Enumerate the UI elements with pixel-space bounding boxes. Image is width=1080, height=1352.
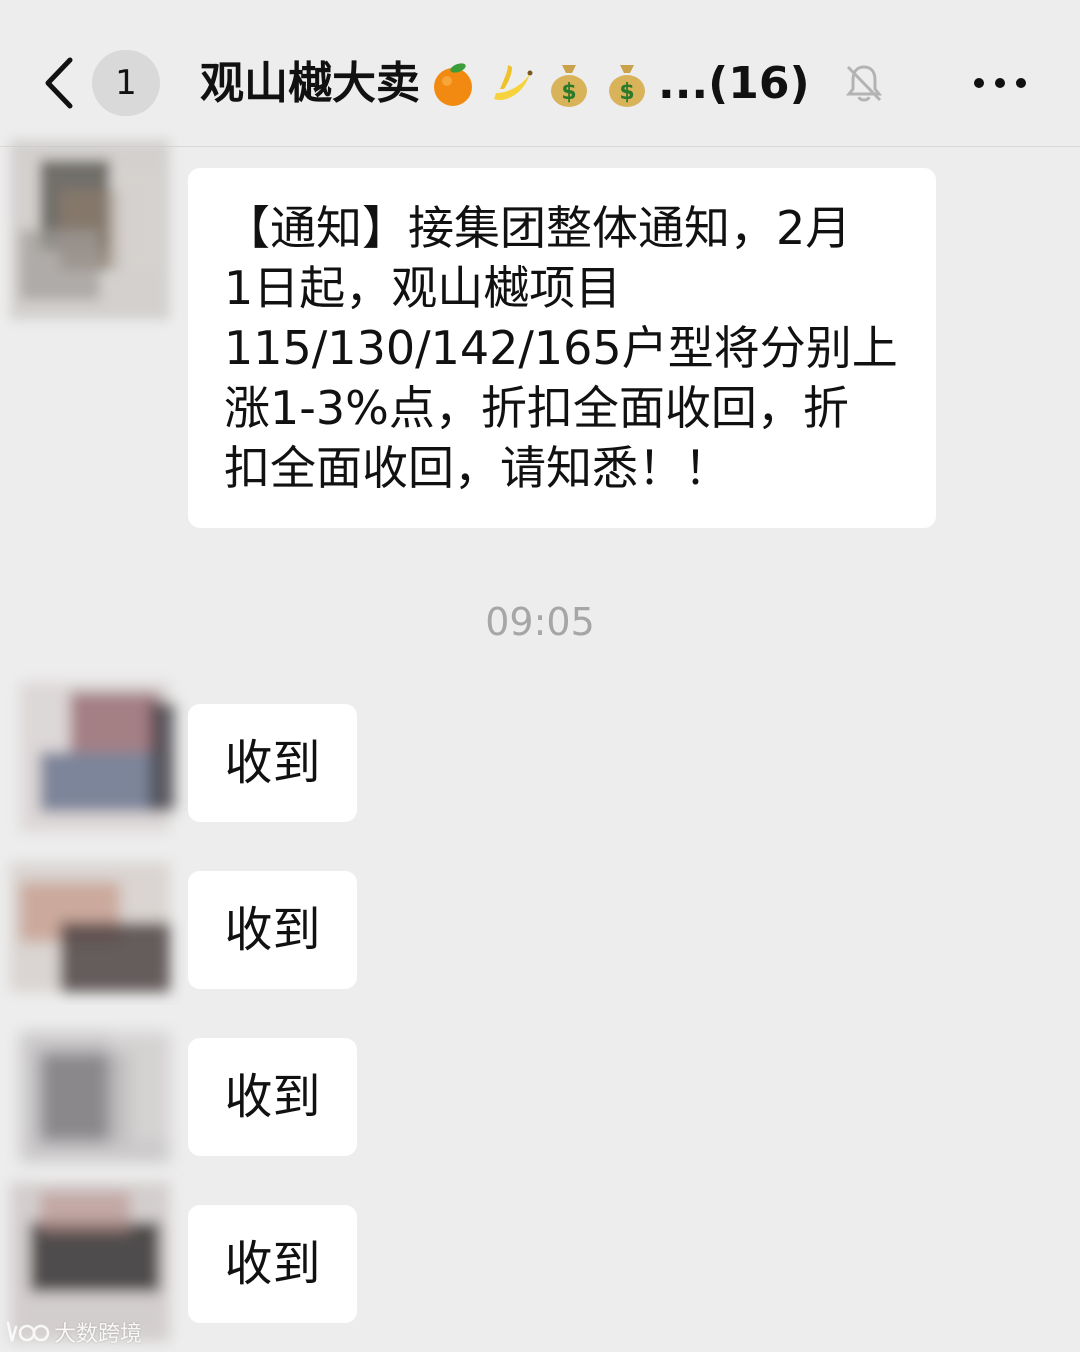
reply-text: 收到 bbox=[224, 1236, 321, 1292]
reply-bubble[interactable]: 收到 bbox=[188, 1038, 357, 1156]
chat-title[interactable]: 观山樾大卖 $ $ ...(16) bbox=[200, 52, 810, 116]
watermark: 大数跨境 bbox=[6, 1316, 142, 1348]
message-line: 1日起，观山樾项目 bbox=[224, 261, 622, 315]
svg-text:$: $ bbox=[561, 80, 576, 105]
money-bag-emoji: $ bbox=[551, 65, 587, 107]
chevron-left-icon bbox=[45, 57, 73, 109]
orange-emoji bbox=[434, 63, 472, 106]
avatar-blurred[interactable] bbox=[0, 672, 185, 842]
back-button[interactable] bbox=[30, 50, 90, 116]
chat-title-text: 观山樾大卖 bbox=[200, 58, 420, 109]
unread-count-badge[interactable]: 1 bbox=[92, 50, 160, 116]
watermark-logo-icon bbox=[6, 1321, 50, 1342]
message-line: 115/130/142/165户型将分别上 bbox=[224, 321, 898, 375]
money-bag-emoji: $ bbox=[609, 65, 645, 107]
message-line: 扣全面收回，请知悉！！ bbox=[224, 441, 730, 495]
bell-off-icon bbox=[845, 65, 883, 102]
more-icon bbox=[974, 78, 1026, 88]
reply-text: 收到 bbox=[224, 902, 321, 958]
chat-header: 1 观山樾大卖 $ $ ...(16) bbox=[0, 0, 1080, 147]
more-button[interactable] bbox=[968, 62, 1032, 104]
reply-text: 收到 bbox=[224, 735, 321, 791]
reply-bubble[interactable]: 收到 bbox=[188, 871, 357, 989]
avatar-blurred[interactable] bbox=[0, 842, 185, 1012]
watermark-text: 大数跨境 bbox=[54, 1322, 143, 1347]
banana-emoji bbox=[494, 65, 533, 100]
member-count: ...(16) bbox=[658, 58, 810, 109]
reply-text: 收到 bbox=[224, 1069, 321, 1125]
avatar-blurred[interactable] bbox=[0, 130, 185, 340]
reply-bubble[interactable]: 收到 bbox=[188, 1205, 357, 1323]
reply-bubble[interactable]: 收到 bbox=[188, 704, 357, 822]
message-timestamp: 09:05 bbox=[485, 600, 595, 644]
message-line: 涨1-3%点，折扣全面收回，折 bbox=[224, 381, 849, 435]
message-line: 【通知】接集团整体通知，2月 bbox=[224, 201, 852, 255]
message-bubble-notice[interactable]: 【通知】接集团整体通知，2月 1日起，观山樾项目 115/130/142/165… bbox=[188, 168, 936, 528]
svg-text:$: $ bbox=[619, 80, 634, 105]
avatar-blurred[interactable] bbox=[0, 1012, 185, 1182]
